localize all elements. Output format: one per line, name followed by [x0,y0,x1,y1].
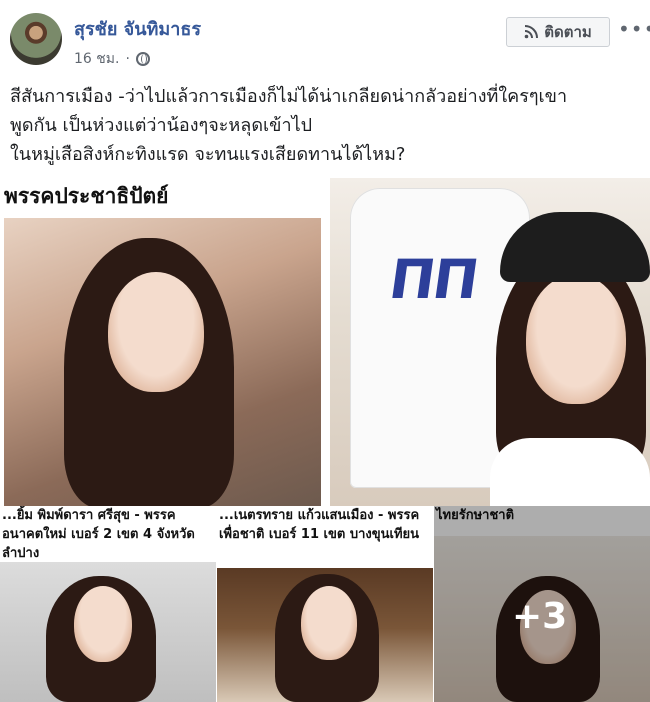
photo-caption: พรรคประชาธิปัตย์ [4,184,169,208]
post-meta: 16 ชม. · [74,48,150,70]
photo-1[interactable]: พรรคประชาธิปัตย์ [0,178,323,506]
author-name[interactable]: สุรชัย จันทิมาธร [74,14,201,43]
post-text-line: พูดกัน เป็นห่วงแต่ว่าน้องๆจะหลุดเข้าไป [10,115,313,136]
photo-4[interactable]: ...เนตรทราย แก้วแสนเมือง - พรรคเพื่อชาติ… [217,506,433,702]
follow-button[interactable]: ติดตาม [506,17,610,47]
follow-label: ติดตาม [544,23,592,41]
post-text-line: ในหมู่เสือสิงห์กะทิงแรด จะทนแรงเสียดทานไ… [10,144,406,165]
photo-5[interactable]: ไทยรักษาชาติ +3 [434,506,650,702]
photo-caption: ...เนตรทราย แก้วแสนเมือง - พรรคเพื่อชาติ… [219,508,420,542]
post-timestamp[interactable]: 16 ชม. [74,48,119,70]
photo-caption: ...ยิ้ม พิมพ์ดารา ศรีสุข - พรรคอนาคตใหม่… [2,508,195,561]
portrait-image [0,562,216,702]
shirt-image [490,438,650,506]
portrait-image [217,568,433,702]
meta-separator: · [125,51,130,67]
post-text: สีสันการเมือง -ว่าไปแล้วการเมืองก็ไม่ได้… [10,82,640,169]
more-options-icon[interactable]: ••• [618,17,650,41]
rss-icon [524,25,539,39]
more-photos-count[interactable]: +3 [512,596,567,637]
party-logo-icon: ΠΠ [385,248,481,311]
photo-2[interactable]: ΠΠ [330,178,650,506]
author-avatar[interactable] [10,13,62,65]
globe-icon[interactable] [135,52,150,66]
post-header: สุรชัย จันทิมาธร 16 ชม. · ติดตาม ••• [0,0,650,72]
post-text-line: สีสันการเมือง -ว่าไปแล้วการเมืองก็ไม่ได้… [10,86,568,107]
portrait-image [4,218,321,506]
photo-3[interactable]: ...ยิ้ม พิมพ์ดารา ศรีสุข - พรรคอนาคตใหม่… [0,506,216,702]
